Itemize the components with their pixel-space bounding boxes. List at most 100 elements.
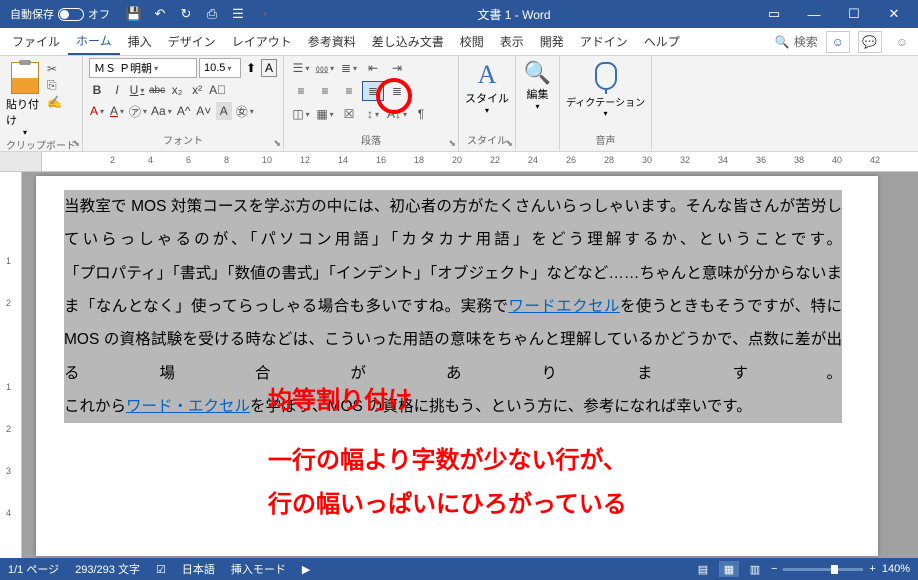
undo-icon[interactable]: ↶ [150,4,170,24]
link-word-excel-2[interactable]: ワード・エクセル [126,398,250,415]
font-name-select[interactable]: ＭＳ Ｐ明朝 [89,58,197,78]
qat-customize-icon[interactable] [254,4,274,24]
font-color-button[interactable]: A [109,102,125,120]
shading-icon[interactable]: ◫ [290,104,312,124]
shading-button[interactable]: A [216,102,232,120]
clear-format-icon[interactable]: A⃠ [209,81,226,99]
tab-developer[interactable]: 開発 [532,28,572,55]
view-print-icon[interactable]: ▦ [719,561,739,577]
tab-references[interactable]: 参考資料 [300,28,364,55]
annotation-3: 行の幅いっぱいにひろがっている [268,484,627,519]
status-words[interactable]: 293/293 文字 [75,561,140,577]
tab-addins[interactable]: アドイン [572,28,636,55]
bullets-icon[interactable]: ☰ [290,58,312,78]
save-icon[interactable]: 💾 [124,4,144,24]
minimize-icon[interactable]: — [794,0,834,28]
tab-review[interactable]: 校閲 [452,28,492,55]
multilevel-icon[interactable]: ≣ [338,58,360,78]
search-icon: 🔍 [524,60,551,86]
link-word-excel[interactable]: ワードエクセル [508,298,620,315]
tab-view[interactable]: 表示 [492,28,532,55]
status-macro-icon[interactable]: ▶ [302,563,310,576]
qat-icon-2[interactable]: ☰ [228,4,248,24]
document-text[interactable]: 当教室で MOS 対策コースを学ぶ方の中には、初心者の方がたくさんいらっしゃいま… [64,190,842,423]
autosave-toggle[interactable]: 自動保存 オフ [4,6,116,22]
enclose-char-button[interactable]: ㊛ [236,102,254,120]
grow-font-icon-2[interactable]: A˅ [196,102,212,120]
format-painter-icon[interactable]: ✍ [47,95,62,109]
qat-icon-1[interactable]: ⎙ [202,4,222,24]
search-box[interactable]: 🔍 検索 [775,33,818,50]
status-proofing-icon[interactable]: ☑ [156,563,166,576]
zoom-out-icon[interactable]: − [771,563,777,575]
zoom-level[interactable]: 140% [882,563,910,575]
font-size-select[interactable]: 10.5 [199,58,241,78]
vertical-ruler[interactable]: 121234 [0,172,22,558]
show-marks-icon[interactable]: ¶ [410,104,432,124]
highlight-button[interactable]: A [89,102,105,120]
tab-layout[interactable]: レイアウト [224,28,300,55]
styles-button[interactable]: A スタイル ▾ [465,60,509,115]
zoom-slider[interactable] [783,568,863,571]
char-border-icon[interactable]: A [261,59,277,77]
help-icon[interactable]: ☺ [896,35,908,49]
align-left-icon[interactable]: ≡ [290,81,312,101]
increase-indent-icon[interactable]: ⇥ [386,58,408,78]
tab-design[interactable]: デザイン [160,28,224,55]
borders-icon[interactable]: ▦ [314,104,336,124]
dialog-launcher-icon[interactable]: ⬊ [505,138,513,149]
horizontal-ruler[interactable]: 224681012141618202224262830323436384042 [0,152,918,172]
superscript-button[interactable]: x² [189,81,205,99]
view-web-icon[interactable]: ▥ [745,561,765,577]
group-styles: A スタイル ▾ スタイル ⬊ [459,56,516,151]
comments-button[interactable]: 💬 [858,31,882,53]
numbering-icon[interactable]: ⅏ [314,58,336,78]
ribbon: 貼り付け ▾ ✂ ⎘ ✍ クリップボード ⬊ ＭＳ Ｐ明朝 10.5 ⬆ A B… [0,56,918,152]
status-page[interactable]: 1/1 ページ [8,561,59,577]
tab-home[interactable]: ホーム [68,28,120,55]
decrease-indent-icon[interactable]: ⇤ [362,58,384,78]
group-label-dictation: 音声 [596,132,616,149]
autosave-label: 自動保存 [10,6,54,22]
align-center-icon[interactable]: ≡ [314,81,336,101]
italic-button[interactable]: I [109,81,125,99]
dialog-launcher-icon[interactable]: ⬊ [72,138,80,149]
cut-icon[interactable]: ✂ [47,62,62,76]
annotation-circle [376,78,412,114]
grow-font-icon[interactable]: ⬆ [243,59,259,77]
align-right-icon[interactable]: ≡ [338,81,360,101]
redo-icon[interactable]: ↻ [176,4,196,24]
share-button[interactable]: ☺ [826,31,850,53]
view-read-icon[interactable]: ▤ [693,561,713,577]
copy-icon[interactable]: ⎘ [47,78,62,93]
dialog-launcher-icon[interactable]: ⬊ [273,138,281,149]
strikethrough-button[interactable]: abc [149,81,165,99]
status-insert-mode[interactable]: 挿入モード [231,561,286,577]
tab-help[interactable]: ヘルプ [636,28,688,55]
document-scroll[interactable]: 当教室で MOS 対策コースを学ぶ方の中には、初心者の方がたくさんいらっしゃいま… [22,172,918,558]
dialog-launcher-icon[interactable]: ⬊ [448,138,456,149]
shrink-font-icon[interactable]: A^ [176,102,192,120]
group-dictation: ディクテーション ▾ 音声 [560,56,652,151]
phonetic-button[interactable]: ㋐ [129,102,147,120]
ruler-scale: 224681012141618202224262830323436384042 [42,152,918,171]
zoom-in-icon[interactable]: + [869,563,875,575]
bold-button[interactable]: B [89,81,105,99]
change-case-button[interactable]: Aa [151,102,172,120]
tab-file[interactable]: ファイル [4,28,68,55]
search-icon: 🔍 [775,35,790,49]
tab-insert[interactable]: 挿入 [120,28,160,55]
underline-button[interactable]: U [129,81,145,99]
editing-button[interactable]: 🔍 編集 ▾ [524,60,551,111]
status-language[interactable]: 日本語 [182,561,215,577]
maximize-icon[interactable]: ☐ [834,0,874,28]
search-label: 検索 [794,33,818,50]
ribbon-display-icon[interactable]: ▭ [754,0,794,28]
tab-mailings[interactable]: 差し込み文書 [364,28,452,55]
subscript-button[interactable]: x₂ [169,81,185,99]
char-scale-icon[interactable]: ☒ [338,104,360,124]
paste-button[interactable]: 貼り付け ▾ [6,58,44,137]
close-icon[interactable]: ✕ [874,0,914,28]
annotation-1: 均等割り付け [268,380,412,415]
dictation-button[interactable]: ディクテーション ▾ [566,60,645,118]
